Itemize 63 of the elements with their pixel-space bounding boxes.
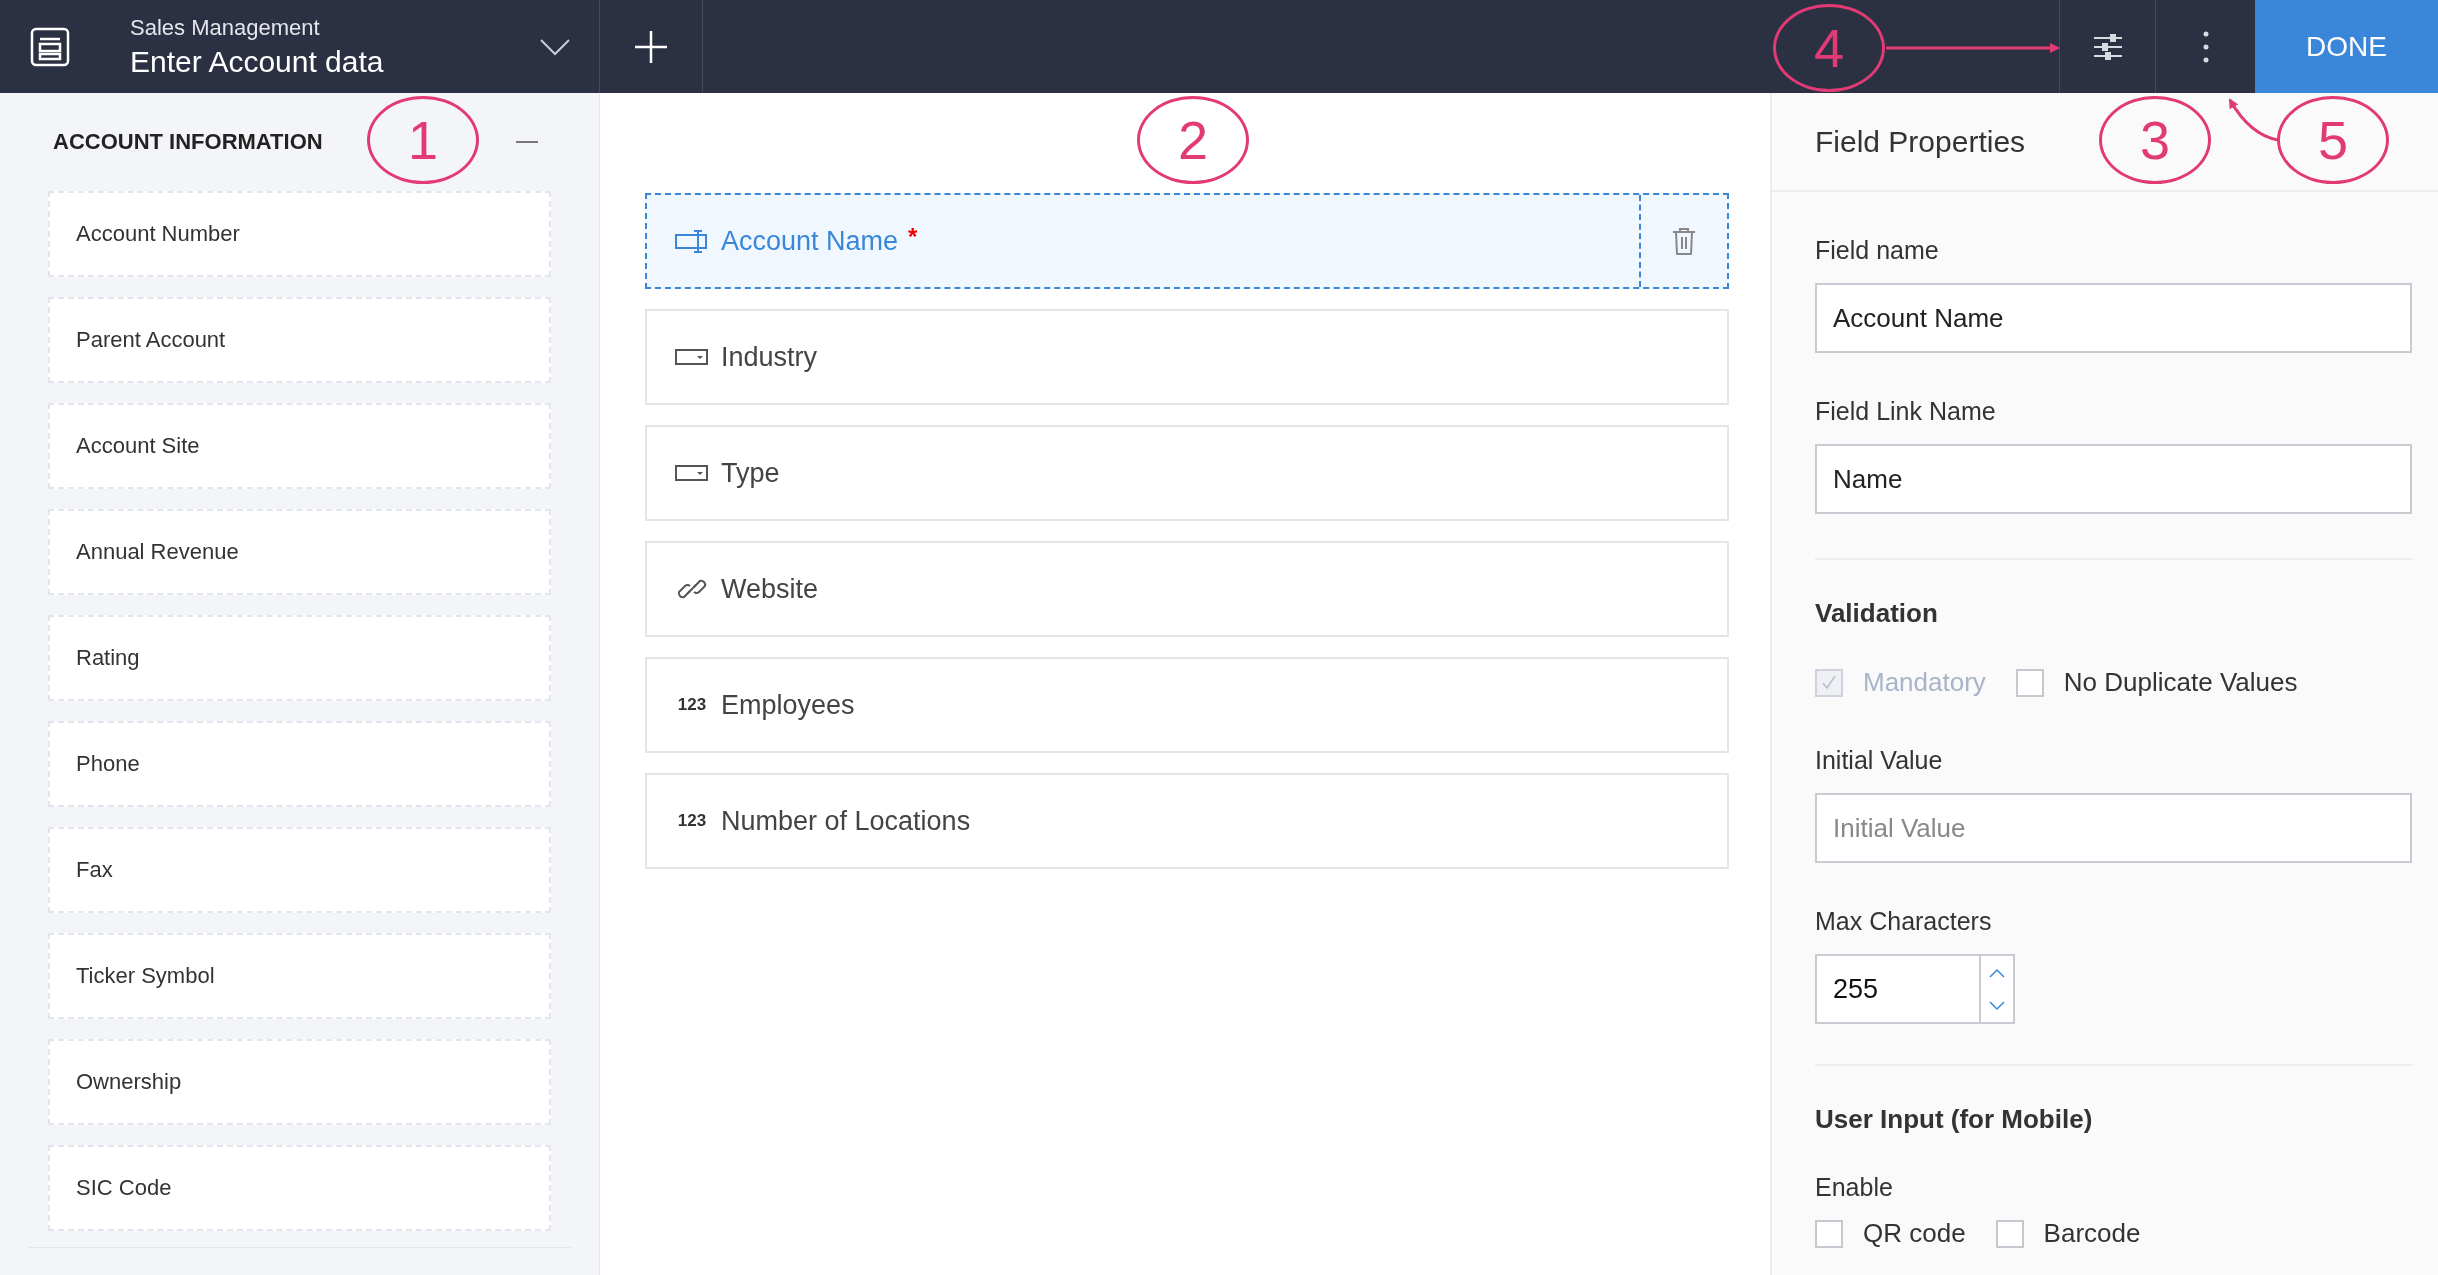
- field-label: Account Name: [721, 225, 899, 257]
- checkbox-label: Mandatory: [1863, 667, 1986, 698]
- form-field-row[interactable]: 123 Number of Locations: [645, 773, 1729, 869]
- callout-arrow: [2228, 98, 2279, 142]
- max-characters-spinner[interactable]: 255: [1815, 954, 2015, 1024]
- field-label: Initial Value: [1815, 746, 1943, 775]
- field-card[interactable]: Ownership: [48, 1039, 551, 1125]
- field-card[interactable]: Rating: [48, 615, 551, 701]
- section-heading: Validation: [1815, 598, 1938, 629]
- checkbox[interactable]: [1815, 1219, 1843, 1248]
- link-name-input[interactable]: Name: [1815, 444, 2412, 514]
- dropdown-field-icon: [675, 348, 709, 366]
- callout-number: 4: [1773, 4, 1885, 92]
- form-field-row[interactable]: Type: [645, 425, 1729, 521]
- chevron-down-icon[interactable]: [539, 37, 571, 56]
- callout-number: 5: [2277, 96, 2389, 184]
- field-label: Field Link Name: [1815, 397, 1996, 426]
- panel-title: Field Properties: [1815, 124, 2026, 159]
- field-label: Enable: [1815, 1173, 1893, 1202]
- checkbox[interactable]: [2015, 668, 2044, 697]
- field-card[interactable]: Ticker Symbol: [48, 933, 551, 1019]
- field-card[interactable]: Annual Revenue: [48, 509, 551, 595]
- checkbox[interactable]: [1995, 1219, 2024, 1248]
- field-name-input[interactable]: Account Name: [1815, 283, 2412, 353]
- field-label: Industry: [721, 341, 818, 373]
- done-button[interactable]: DONE: [2255, 0, 2438, 93]
- field-label: Field name: [1815, 236, 1939, 265]
- section-title: ACCOUNT INFORMATION: [53, 129, 323, 155]
- number-field-icon: 123: [675, 811, 709, 831]
- text-field-icon: [675, 229, 709, 253]
- form-field-row[interactable]: 123 Employees: [645, 657, 1729, 753]
- dropdown-field-icon: [675, 464, 709, 482]
- form-field-row[interactable]: Account Name *: [645, 193, 1729, 289]
- checkbox-label: Barcode: [2043, 1218, 2141, 1249]
- field-label: Employees: [721, 689, 855, 721]
- checkbox-label: QR code: [1863, 1218, 1966, 1249]
- field-card[interactable]: Fax: [48, 827, 551, 913]
- field-label: Number of Locations: [721, 805, 971, 837]
- number-field-icon: 123: [675, 695, 709, 715]
- field-card[interactable]: SIC Code: [48, 1145, 551, 1231]
- form-name: Enter Account data: [130, 44, 385, 79]
- callout-number: 2: [1137, 96, 1249, 184]
- app-name: Sales Management: [130, 14, 321, 41]
- field-label: Website: [721, 573, 819, 605]
- plus-icon: [634, 29, 668, 64]
- section-heading: User Input (for Mobile): [1815, 1104, 2093, 1135]
- field-card[interactable]: Parent Account: [48, 297, 551, 383]
- callout-number: 1: [367, 96, 479, 184]
- trash-icon: [1672, 227, 1696, 255]
- initial-value-input[interactable]: Initial Value: [1815, 793, 2412, 863]
- form-icon[interactable]: [30, 26, 70, 67]
- field-label: Type: [721, 457, 780, 489]
- field-card[interactable]: Account Number: [48, 191, 551, 277]
- field-label: Max Characters: [1815, 907, 1992, 936]
- sliders-icon: [2092, 33, 2123, 60]
- checkbox-label: No Duplicate Values: [2063, 667, 2298, 698]
- field-card[interactable]: Account Site: [48, 403, 551, 489]
- form-field-row[interactable]: Website: [645, 541, 1729, 637]
- more-icon: [2202, 30, 2209, 63]
- field-card[interactable]: Phone: [48, 721, 551, 807]
- callout-number: 3: [2099, 96, 2211, 184]
- required-mark: *: [908, 223, 918, 251]
- form-field-row[interactable]: Industry: [645, 309, 1729, 405]
